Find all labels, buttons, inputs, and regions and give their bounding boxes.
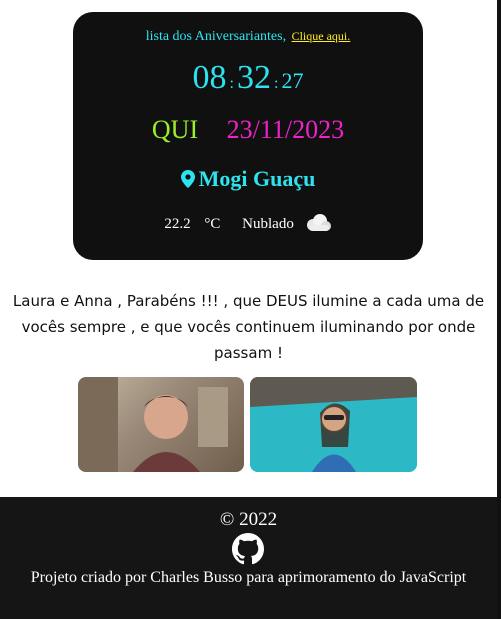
clock-hours: 08 [192,59,227,96]
weather: 22.2 °C Nublado [73,213,423,233]
birthday-photo-1 [78,377,244,472]
birthday-list-link[interactable]: Clique aqui. [292,29,351,43]
copyright: © 2022 [219,509,278,530]
location: Mogi Guaçu [73,166,423,192]
city-name: Mogi Guaçu [198,166,316,191]
map-pin-icon [180,170,195,188]
cloud-icon [306,214,331,231]
clock-minutes: 32 [237,59,271,96]
footer: © 2022 Projeto criado por Charles Busso … [0,497,497,619]
github-icon[interactable] [232,533,264,565]
weather-condition: Nublado [242,216,294,232]
weekday: QUI [151,115,199,144]
date-line: QUI 23/11/2023 [73,115,423,145]
clock-separator: : [274,75,279,92]
clock-card: lista dos Aniversariantes, Clique aqui. … [73,12,423,260]
temperature: 22.2 [164,216,191,232]
birthday-list-line: lista dos Aniversariantes, Clique aqui. [73,29,423,45]
temperature-unit: °C [204,216,221,232]
birthday-message: Laura e Anna , Parabéns !!! , que DEUS i… [12,292,485,362]
window-edge [497,0,501,619]
birthday-list-text: lista dos Aniversariantes, [145,29,287,44]
clock-seconds: 27 [281,68,304,93]
birthday-photo-2 [250,377,417,472]
clock-separator: : [229,75,234,92]
date: 23/11/2023 [226,115,345,144]
project-credit: Projeto criado por Charles Busso para ap… [30,569,467,586]
clock: 08:32:27 [73,59,423,97]
